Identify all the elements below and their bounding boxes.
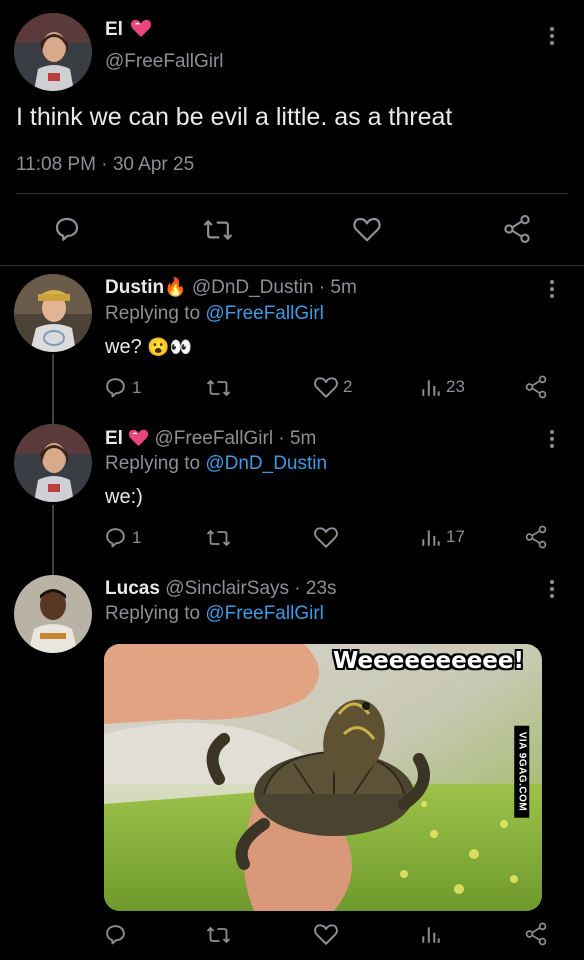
mention-link[interactable]: @FreeFallGirl: [205, 603, 324, 624]
more-icon[interactable]: [549, 580, 555, 601]
retweet-icon: [206, 926, 231, 944]
like-button[interactable]: [313, 525, 339, 549]
like-button[interactable]: [313, 922, 339, 946]
reply-icon: [55, 217, 79, 241]
emoji-reaction: 😮👀: [147, 337, 193, 357]
reply-count: 1: [132, 527, 142, 547]
retweet-icon: [206, 529, 231, 547]
retweet-button[interactable]: [202, 215, 234, 245]
media-image[interactable]: Weeeeeeeeee! VIA 9GAG.COM: [104, 644, 542, 911]
like-icon: [314, 924, 338, 945]
share-button[interactable]: [501, 213, 533, 245]
reply-button[interactable]: 1: [103, 375, 141, 400]
reply-header: Lucas @SinclairSays · 23s: [105, 578, 337, 599]
el-avatar[interactable]: [14, 424, 92, 502]
like-icon: [314, 377, 338, 398]
reply-icon: [106, 378, 125, 398]
thread-line: [52, 505, 54, 575]
views-icon: [422, 530, 440, 546]
thread-line: [52, 354, 54, 425]
author-name[interactable]: Lucas: [105, 578, 160, 599]
reply-icon: [106, 528, 125, 548]
reply-button[interactable]: 1: [103, 525, 141, 550]
replying-to: Replying to @FreeFallGirl: [105, 603, 324, 624]
share-button[interactable]: [523, 921, 549, 947]
share-icon: [525, 525, 547, 549]
share-button[interactable]: [523, 374, 549, 400]
author-name[interactable]: El: [105, 428, 123, 449]
mention-link[interactable]: @DnD_Dustin: [205, 453, 327, 474]
retweet-button[interactable]: [205, 376, 232, 400]
lucas-avatar[interactable]: [14, 575, 92, 653]
more-icon[interactable]: [549, 27, 555, 48]
reply-header: El @FreeFallGirl · 5m: [105, 428, 317, 449]
divider: [16, 193, 568, 194]
reply-text: we:): [105, 486, 143, 508]
retweet-button[interactable]: [205, 526, 232, 550]
fire-emoji-icon: 🔥: [164, 277, 187, 297]
reply-header: Dustin🔥 @DnD_Dustin · 5m: [105, 277, 357, 298]
like-icon: [314, 527, 338, 548]
views-button[interactable]: 17: [420, 526, 465, 548]
reply-age: 23s: [305, 578, 337, 599]
author-handle[interactable]: @DnD_Dustin: [192, 277, 314, 298]
views-icon: [422, 380, 440, 396]
reply-age: 5m: [289, 428, 317, 449]
like-icon: [353, 217, 381, 242]
views-icon: [422, 927, 440, 943]
divider: [0, 265, 584, 266]
dustin-avatar[interactable]: [14, 274, 92, 352]
reply-button[interactable]: [52, 214, 82, 244]
author-name[interactable]: El: [105, 18, 152, 41]
reply-count: 1: [132, 377, 142, 397]
author-handle[interactable]: @FreeFallGirl: [105, 51, 224, 73]
author-handle[interactable]: @SinclairSays: [165, 578, 289, 599]
more-icon[interactable]: [549, 430, 555, 451]
author-name[interactable]: Dustin: [105, 277, 164, 298]
reply-text: we? 😮👀: [105, 336, 193, 358]
retweet-icon: [206, 379, 231, 397]
el-avatar[interactable]: [14, 13, 92, 91]
author-handle[interactable]: @FreeFallGirl: [155, 428, 274, 449]
replying-to: Replying to @DnD_Dustin: [105, 453, 328, 474]
image-watermark: VIA 9GAG.COM: [514, 725, 530, 818]
like-button[interactable]: 2: [313, 375, 352, 399]
turtle-photo: [104, 644, 542, 911]
view-count: 17: [446, 527, 465, 546]
views-button[interactable]: [420, 923, 442, 945]
like-count: 2: [343, 377, 353, 396]
tweet-timestamp[interactable]: 11:08 PM · 30 Apr 25: [16, 154, 194, 176]
reply-button[interactable]: [103, 922, 128, 947]
views-button[interactable]: 23: [420, 376, 465, 398]
view-count: 23: [446, 377, 465, 396]
more-icon[interactable]: [549, 280, 555, 301]
tweet-text: I think we can be evil a little. as a th…: [16, 103, 453, 131]
reply-age: 5m: [330, 277, 357, 298]
reply-icon: [106, 925, 125, 945]
retweet-icon: [203, 219, 233, 241]
replying-to: Replying to @FreeFallGirl: [105, 303, 324, 324]
heart-emoji-icon: [128, 428, 149, 447]
share-button[interactable]: [523, 524, 549, 550]
share-icon: [525, 375, 547, 399]
retweet-button[interactable]: [205, 923, 232, 947]
share-icon: [525, 922, 547, 946]
mention-link[interactable]: @FreeFallGirl: [205, 303, 324, 324]
heart-emoji-icon: [130, 18, 152, 38]
image-caption: Weeeeeeeeee!: [332, 648, 524, 674]
like-button[interactable]: [352, 215, 382, 243]
share-icon: [504, 214, 530, 243]
